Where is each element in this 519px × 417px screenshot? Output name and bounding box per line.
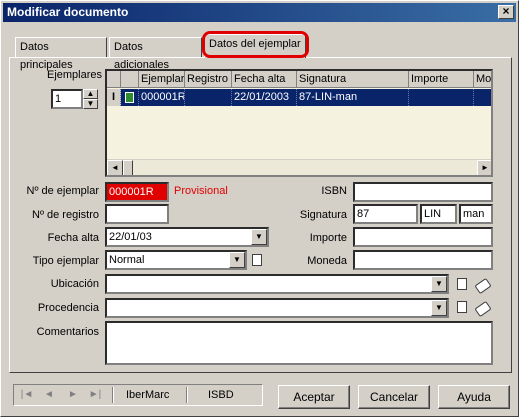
nav-separator	[112, 387, 114, 403]
accept-button[interactable]: Aceptar	[278, 385, 350, 409]
chevron-down-icon[interactable]: ▼	[431, 300, 447, 316]
moneda-input[interactable]	[353, 250, 493, 270]
isbn-input[interactable]	[353, 182, 493, 202]
chevron-down-icon[interactable]: ▼	[229, 252, 245, 268]
cell-ejemplar: 000001R	[139, 89, 185, 106]
grid-col-ejemplar[interactable]: Ejemplar	[139, 71, 185, 88]
title-bar: Modificar documento ×	[3, 3, 516, 22]
ejemplares-label: Ejemplares	[47, 69, 103, 81]
book-icon	[121, 89, 139, 106]
tab-datos-principales[interactable]: Datos principales	[15, 37, 107, 71]
dialog-window: Modificar documento × Datos principales …	[0, 0, 519, 417]
grid-col-importe[interactable]: Importe	[409, 71, 474, 88]
num-registro-input[interactable]	[105, 204, 169, 224]
record-navigator: |◄ ◄ ► ►| IberMarc ISBD	[13, 384, 263, 406]
spin-up-icon[interactable]: ▲	[83, 89, 98, 99]
grid-col-fecha-alta[interactable]: Fecha alta	[232, 71, 297, 88]
window-title: Modificar documento	[7, 5, 129, 19]
tab-datos-ejemplar[interactable]: Datos del ejemplar	[204, 34, 306, 58]
prev-record-icon[interactable]: ◄	[40, 387, 58, 403]
num-ejemplar-input[interactable]: 000001R	[105, 182, 169, 202]
next-record-icon[interactable]: ►	[64, 387, 82, 403]
first-record-icon[interactable]: |◄	[18, 387, 36, 403]
spin-down-icon[interactable]: ▼	[83, 99, 98, 109]
chevron-down-icon[interactable]: ▼	[431, 276, 447, 292]
ejemplares-spinner[interactable]: ▲ ▼	[83, 89, 98, 109]
isbn-label: ISBN	[321, 185, 347, 197]
cell-signatura: 87-LIN-man	[297, 89, 409, 106]
tab-datos-adicionales[interactable]: Datos adicionales	[109, 37, 202, 71]
ubicacion-combo[interactable]: ▼	[105, 274, 449, 294]
scroll-right-icon[interactable]: ►	[477, 160, 491, 175]
fecha-alta-label: Fecha alta	[47, 232, 99, 244]
ejemplares-input[interactable]: 1	[51, 89, 83, 109]
nav-separator	[186, 387, 188, 403]
tipo-ejemplar-value: Normal	[109, 254, 145, 266]
comentarios-label: Comentarios	[36, 326, 99, 338]
importe-input[interactable]	[353, 227, 493, 247]
close-button[interactable]: ×	[498, 5, 514, 19]
grid-col-signatura[interactable]: Signatura	[297, 71, 409, 88]
grid-horizontal-scrollbar[interactable]: ◄ ►	[107, 159, 491, 175]
fecha-alta-combo[interactable]: 22/01/03 ▼	[105, 227, 269, 247]
cell-importe	[409, 89, 474, 106]
grid-col-registro[interactable]: Registro	[185, 71, 232, 88]
scroll-left-icon[interactable]: ◄	[107, 160, 123, 175]
document-icon[interactable]	[457, 278, 467, 290]
signatura-part1-input[interactable]: 87	[353, 204, 418, 224]
moneda-label: Moneda	[307, 255, 347, 267]
table-row[interactable]: I 000001R 22/01/2003 87-LIN-man	[107, 89, 491, 106]
help-button[interactable]: Ayuda	[438, 385, 510, 409]
num-registro-label: Nº de registro	[32, 209, 99, 221]
cancel-button[interactable]: Cancelar	[358, 385, 430, 409]
grid-icon-header	[121, 71, 139, 88]
grid-indicator-header	[107, 71, 121, 88]
chevron-down-icon[interactable]: ▼	[251, 229, 267, 245]
isbd-button[interactable]: ISBD	[208, 389, 234, 401]
scroll-thumb[interactable]	[123, 160, 133, 175]
procedencia-label: Procedencia	[37, 302, 99, 314]
signatura-label: Signatura	[299, 209, 347, 221]
tipo-ejemplar-label: Tipo ejemplar	[32, 255, 99, 267]
signatura-part3-input[interactable]: man	[459, 204, 493, 224]
procedencia-combo[interactable]: ▼	[105, 298, 449, 318]
last-record-icon[interactable]: ►|	[86, 387, 104, 403]
grid-col-moneda[interactable]: Mo	[474, 71, 491, 88]
fecha-alta-value: 22/01/03	[109, 231, 152, 243]
ubicacion-label: Ubicación	[50, 278, 99, 290]
provisional-status: Provisional	[174, 185, 228, 197]
num-ejemplar-label: Nº de ejemplar	[26, 185, 100, 197]
tipo-ejemplar-combo[interactable]: Normal ▼	[105, 250, 247, 270]
comentarios-textarea[interactable]	[105, 321, 493, 365]
document-icon[interactable]	[457, 301, 467, 313]
importe-label: Importe	[309, 232, 347, 244]
cell-fecha-alta: 22/01/2003	[232, 89, 297, 106]
ejemplares-grid[interactable]: Ejemplar Registro Fecha alta Signatura I…	[105, 69, 493, 177]
cell-registro	[185, 89, 232, 106]
document-icon[interactable]	[252, 254, 262, 266]
signatura-part2-input[interactable]: LIN	[420, 204, 457, 224]
ibermarc-button[interactable]: IberMarc	[126, 389, 169, 401]
row-indicator: I	[107, 89, 121, 106]
